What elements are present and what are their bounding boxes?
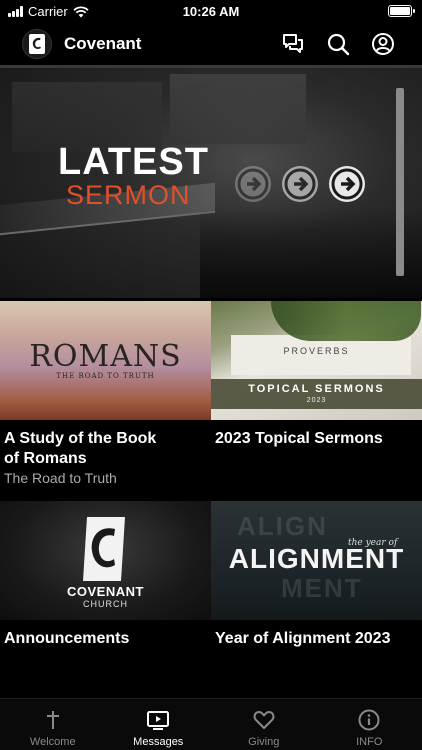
series-title: A Study of the Book of Romans — [0, 429, 211, 469]
series-subtitle: The Road to Truth — [4, 470, 117, 486]
hero-divider-bar — [396, 88, 404, 276]
tab-bar: Welcome Messages Giving INFO — [0, 698, 422, 750]
heart-icon — [253, 711, 275, 729]
arrow-right-icon — [282, 166, 318, 202]
thumbnail-title: TOPICAL SERMONS — [248, 383, 385, 395]
series-title: Year of Alignment 2023 — [215, 630, 391, 647]
hero-subtitle: SERMON — [66, 180, 191, 210]
plant-leaves — [271, 301, 421, 341]
series-card-alignment[interactable]: ALIGN MENT the year of ALIGNMENT Year of… — [211, 501, 422, 649]
battery-icon — [388, 5, 415, 17]
cross-icon — [46, 711, 59, 729]
thumbnail-year: 2023 — [306, 397, 327, 404]
thumbnail-band: TOPICAL SERMONS 2023 — [211, 379, 422, 409]
series-thumbnail: ALIGN MENT the year of ALIGNMENT — [211, 501, 422, 620]
tab-label: Giving — [248, 736, 280, 748]
hero-backdrop-screen — [170, 74, 306, 144]
logo-c-icon — [29, 34, 45, 54]
app-title: Covenant — [64, 34, 142, 53]
tab-messages[interactable]: Messages — [106, 699, 212, 750]
series-card-topical[interactable]: PROVERBS TOPICAL SERMONS 2023 2023 Topic… — [211, 301, 422, 449]
tab-label: Welcome — [29, 736, 76, 748]
thumbnail-ghost-text: MENT — [281, 573, 363, 603]
thumbnail-title: ALIGNMENT — [228, 543, 405, 574]
account-icon[interactable] — [371, 32, 395, 56]
thumbnail-title: ROMANS — [29, 339, 182, 374]
search-icon[interactable] — [326, 32, 350, 56]
series-title: 2023 Topical Sermons — [215, 430, 383, 447]
series-thumbnail: PROVERBS TOPICAL SERMONS 2023 — [211, 301, 422, 420]
arrow-right-icon — [329, 166, 365, 202]
thumbnail-subtitle: THE ROAD TO TRUTH — [56, 372, 155, 380]
latest-sermon-banner[interactable]: LATEST SERMON — [0, 68, 422, 298]
thumbnail-heading: PROVERBS — [283, 346, 350, 356]
status-time: 10:26 AM — [182, 4, 240, 19]
tab-giving[interactable]: Giving — [211, 699, 317, 750]
tab-label: Messages — [133, 736, 184, 748]
series-thumbnail: COVENANT CHURCH — [0, 501, 211, 620]
covenant-logo — [22, 29, 52, 59]
tab-info[interactable]: INFO — [317, 699, 422, 750]
hero-title: LATEST — [58, 141, 209, 183]
series-title-line2: of Romans — [4, 450, 87, 467]
thumbnail-subtitle: CHURCH — [83, 599, 128, 609]
covenant-c-logo-icon — [83, 517, 125, 581]
series-thumbnail: ROMANS THE ROAD TO TRUTH — [0, 301, 211, 420]
thumbnail-ghost-text: ALIGN — [237, 511, 328, 541]
info-icon — [358, 709, 380, 731]
tab-welcome[interactable]: Welcome — [0, 699, 106, 750]
hero-crowd-shadow — [200, 208, 422, 298]
series-card-announcements[interactable]: COVENANT CHURCH Announcements — [0, 501, 211, 649]
thumbnail-title: COVENANT — [67, 584, 144, 599]
chat-icon[interactable] — [281, 32, 305, 56]
nav-bar: Covenant — [0, 24, 422, 64]
series-card-romans[interactable]: ROMANS THE ROAD TO TRUTH A Study of the … — [0, 301, 211, 487]
series-title: Announcements — [4, 630, 130, 647]
series-title-line1: A Study of the Book — [4, 430, 157, 447]
status-bar: Carrier 10:26 AM — [0, 0, 422, 24]
arrow-right-icon — [235, 166, 271, 202]
tab-label: INFO — [356, 736, 383, 748]
play-screen-icon — [147, 711, 170, 730]
